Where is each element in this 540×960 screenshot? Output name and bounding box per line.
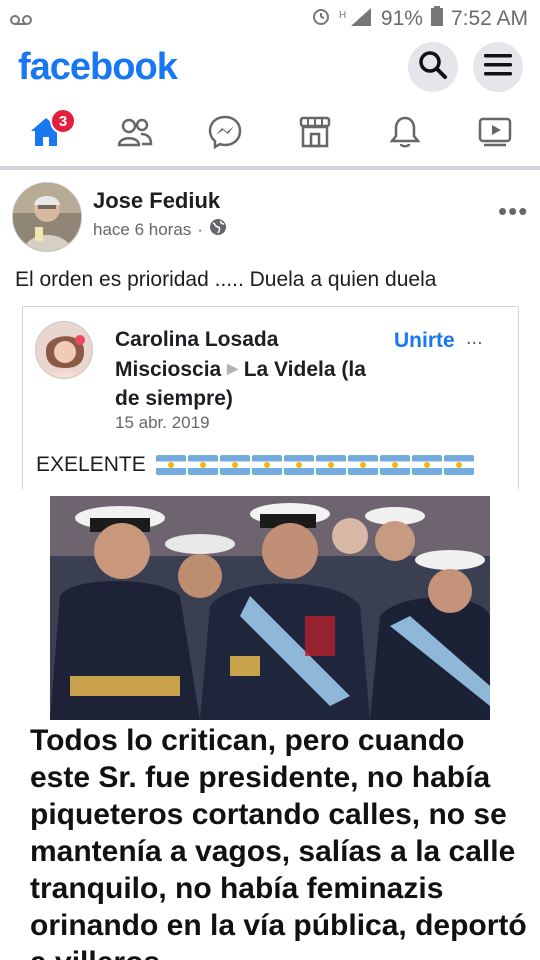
post-options-button[interactable]: ••• (498, 196, 528, 227)
post-text: El orden es prioridad ..... Duela a quie… (15, 268, 437, 291)
friends-icon (117, 117, 153, 152)
nav-messenger[interactable] (201, 110, 249, 158)
join-group-button[interactable]: Unirte (394, 329, 455, 353)
nav-friends[interactable] (111, 110, 159, 158)
image-caption: Todos lo critican, pero cuando este Sr. … (30, 724, 527, 960)
argentina-flag-emojis (155, 455, 474, 475)
globe-icon (209, 218, 227, 241)
battery-level: 91% (380, 7, 423, 30)
post-time[interactable]: hace 6 horas (93, 220, 191, 240)
voicemail-icon (10, 9, 32, 33)
argentina-flag-icon (315, 455, 346, 475)
shared-post-text: EXELENTE (36, 453, 474, 477)
argentina-flag-icon (443, 455, 474, 475)
shared-options-button[interactable]: ... (466, 327, 483, 350)
post-author[interactable]: Jose Fediuk (93, 188, 220, 214)
nav-marketplace[interactable] (291, 110, 339, 158)
marketplace-icon (298, 116, 332, 153)
messenger-icon (208, 115, 242, 154)
meta-separator: · (197, 219, 203, 239)
search-icon (418, 50, 448, 85)
nav-divider (0, 166, 540, 170)
author-avatar[interactable] (12, 182, 82, 252)
hamburger-menu-icon (484, 53, 512, 82)
argentina-flag-icon (251, 455, 282, 475)
search-button[interactable] (408, 42, 458, 92)
post-photo[interactable] (50, 496, 490, 720)
bell-icon (389, 115, 421, 154)
facebook-logo[interactable]: facebook (18, 46, 178, 89)
menu-button[interactable] (473, 42, 523, 92)
battery-icon (430, 6, 443, 32)
nav-watch[interactable] (471, 110, 519, 158)
notification-badge: 3 (50, 108, 76, 134)
post-meta: hace 6 horas · (93, 218, 227, 241)
status-bar: H 91% 7:52 AM (0, 0, 540, 36)
alarm-icon (311, 6, 331, 32)
main-nav: 3 (0, 104, 540, 166)
shared-post-date[interactable]: 15 abr. 2019 (115, 413, 210, 433)
argentina-flag-icon (379, 455, 410, 475)
argentina-flag-icon (411, 455, 442, 475)
nav-home[interactable]: 3 (22, 108, 76, 158)
video-icon (478, 117, 512, 152)
argentina-flag-icon (187, 455, 218, 475)
svg-text:H: H (339, 10, 346, 21)
shared-post-header: Carolina Losada Miscioscia ▶ La Videla (… (115, 325, 385, 413)
argentina-flag-icon (219, 455, 250, 475)
signal-icon: H (339, 6, 373, 32)
arrow-right-icon: ▶ (227, 360, 238, 376)
shared-author-avatar[interactable] (35, 321, 93, 379)
nav-notifications[interactable] (381, 110, 429, 158)
argentina-flag-icon (283, 455, 314, 475)
shared-post-card[interactable]: Carolina Losada Miscioscia ▶ La Videla (… (22, 306, 519, 490)
argentina-flag-icon (347, 455, 378, 475)
clock: 7:52 AM (450, 7, 528, 30)
argentina-flag-icon (155, 455, 186, 475)
shared-post-message: EXELENTE (36, 453, 146, 476)
